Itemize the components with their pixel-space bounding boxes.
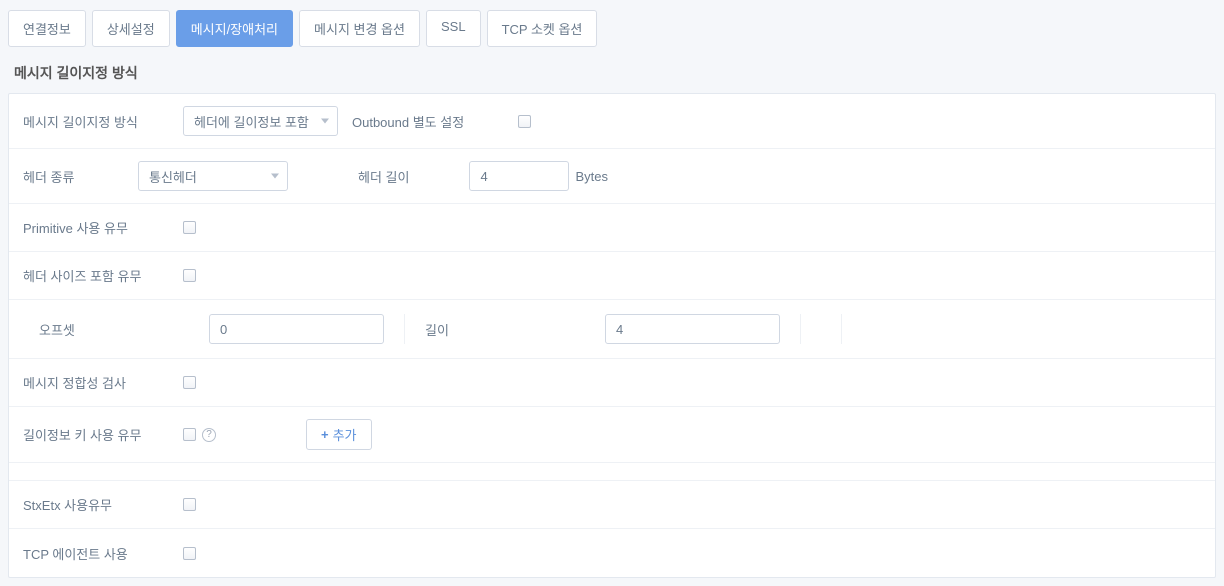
row-header-type: 헤더 종류 통신헤더 헤더 길이 Bytes <box>9 149 1215 204</box>
tab-message-option[interactable]: 메시지 변경 옵션 <box>299 10 420 47</box>
tab-connection[interactable]: 연결정보 <box>8 10 86 47</box>
tab-tcp-socket[interactable]: TCP 소켓 옵션 <box>487 10 598 47</box>
offset-input[interactable] <box>209 314 384 344</box>
row-offset-length: 오프셋 길이 <box>9 300 1215 359</box>
length-method-value: 헤더에 길이정보 포함 <box>194 112 309 131</box>
row-header-size: 헤더 사이즈 포함 유무 <box>9 252 1215 300</box>
length-method-select[interactable]: 헤더에 길이정보 포함 <box>183 106 338 136</box>
tab-detail[interactable]: 상세설정 <box>92 10 170 47</box>
length-label: 길이 <box>425 320 465 339</box>
primitive-checkbox[interactable] <box>183 221 196 234</box>
header-type-value: 통신헤더 <box>149 167 197 186</box>
tab-ssl[interactable]: SSL <box>426 10 481 47</box>
add-button[interactable]: + 추가 <box>306 419 372 450</box>
section-title: 메시지 길이지정 방식 <box>8 59 1216 93</box>
length-key-checkbox[interactable] <box>183 428 196 441</box>
row-stxetx: StxEtx 사용유무 <box>9 481 1215 529</box>
integrity-label: 메시지 정합성 검사 <box>23 373 183 392</box>
row-length-key: 길이정보 키 사용 유무 ? + 추가 <box>9 407 1215 463</box>
row-tcp-agent: TCP 에이전트 사용 <box>9 529 1215 577</box>
stxetx-label: StxEtx 사용유무 <box>23 495 183 514</box>
header-length-label: 헤더 길이 <box>358 167 409 186</box>
caret-down-icon <box>271 174 279 179</box>
outbound-checkbox[interactable] <box>518 115 531 128</box>
outbound-label: Outbound 별도 설정 <box>352 112 464 131</box>
row-primitive: Primitive 사용 유무 <box>9 204 1215 252</box>
primitive-label: Primitive 사용 유무 <box>23 218 183 237</box>
help-icon[interactable]: ? <box>202 428 216 442</box>
tab-message[interactable]: 메시지/장애처리 <box>176 10 293 47</box>
header-size-checkbox[interactable] <box>183 269 196 282</box>
row-length-method: 메시지 길이지정 방식 헤더에 길이정보 포함 Outbound 별도 설정 <box>9 94 1215 149</box>
integrity-checkbox[interactable] <box>183 376 196 389</box>
header-type-label: 헤더 종류 <box>23 167 138 186</box>
length-key-label: 길이정보 키 사용 유무 <box>23 425 183 444</box>
length-input[interactable] <box>605 314 780 344</box>
plus-icon: + <box>321 427 329 442</box>
header-length-input[interactable] <box>469 161 569 191</box>
stxetx-checkbox[interactable] <box>183 498 196 511</box>
header-length-unit: Bytes <box>575 169 608 184</box>
caret-down-icon <box>321 119 329 124</box>
tcp-agent-label: TCP 에이전트 사용 <box>23 544 183 563</box>
header-type-select[interactable]: 통신헤더 <box>138 161 288 191</box>
settings-panel: 메시지 길이지정 방식 헤더에 길이정보 포함 Outbound 별도 설정 헤… <box>8 93 1216 578</box>
tab-bar: 연결정보 상세설정 메시지/장애처리 메시지 변경 옵션 SSL TCP 소켓 … <box>8 8 1216 59</box>
spacer <box>9 463 1215 481</box>
length-method-label: 메시지 길이지정 방식 <box>23 112 183 131</box>
tcp-agent-checkbox[interactable] <box>183 547 196 560</box>
offset-label: 오프셋 <box>39 320 79 339</box>
header-size-label: 헤더 사이즈 포함 유무 <box>23 266 183 285</box>
add-button-label: 추가 <box>333 425 357 444</box>
row-integrity: 메시지 정합성 검사 <box>9 359 1215 407</box>
